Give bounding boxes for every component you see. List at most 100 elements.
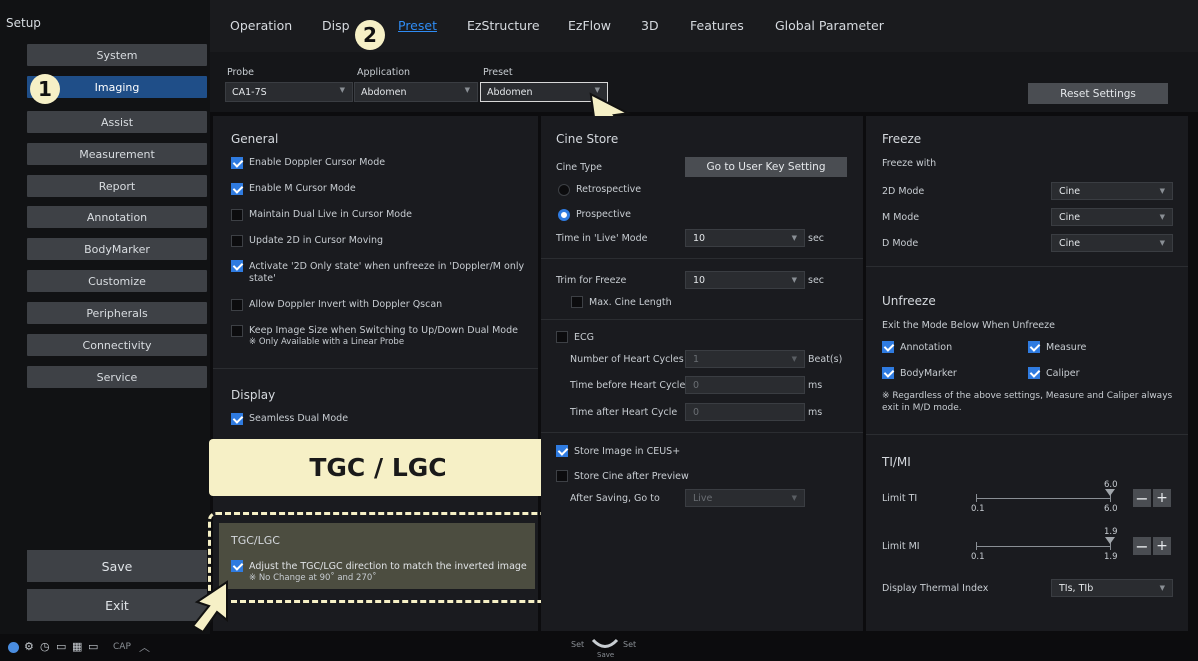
preset-toolbar: Probe CA1-7S ▼ Application Abdomen ▼ Prese… — [210, 52, 1198, 112]
divider — [213, 368, 538, 369]
freeze-2d-label: 2D Mode — [882, 186, 925, 197]
freeze-2d-select[interactable]: Cine ▼ — [1051, 182, 1173, 200]
chevron-down-icon: ▼ — [1159, 239, 1165, 247]
checkbox-unfreeze-bodymarker[interactable] — [882, 367, 894, 379]
display-title: Display — [231, 388, 276, 402]
divider — [541, 258, 863, 259]
chevron-down-icon: ▼ — [791, 494, 797, 502]
checkbox-update-2d[interactable] — [231, 235, 243, 247]
application-select[interactable]: Abdomen ▼ — [354, 82, 478, 102]
ceus-label: Store Image in CEUS+ — [574, 446, 681, 457]
time-live-value: 10 — [693, 232, 706, 244]
limit-ti-min: 0.1 — [971, 504, 985, 514]
probe-value: CA1-7S — [232, 86, 267, 98]
limit-ti-plus-button[interactable]: + — [1153, 489, 1171, 507]
trim-freeze-label: Trim for Freeze — [556, 275, 627, 286]
reset-settings-button[interactable]: Reset Settings — [1028, 83, 1168, 104]
radio-prospective[interactable] — [558, 209, 570, 221]
heart-cycles-select[interactable]: 1 ▼ — [685, 350, 805, 368]
sidebar-item-bodymarker[interactable]: BodyMarker — [27, 238, 207, 260]
tgc-title: TGC/LGC — [231, 534, 280, 547]
freeze-d-label: D Mode — [882, 238, 919, 249]
checkbox-m-cursor[interactable] — [231, 183, 243, 195]
display-thermal-index-select[interactable]: TIs, TIb ▼ — [1051, 579, 1173, 597]
time-before-input[interactable]: 0 — [685, 376, 805, 394]
limit-mi-plus-button[interactable]: + — [1153, 537, 1171, 555]
checkbox-keep-image-size[interactable] — [231, 325, 243, 337]
radio-retrospective[interactable] — [558, 184, 570, 196]
sidebar-item-connectivity[interactable]: Connectivity — [27, 334, 207, 356]
freeze-m-select[interactable]: Cine ▼ — [1051, 208, 1173, 226]
after-saving-select[interactable]: Live ▼ — [685, 489, 805, 507]
tab-display[interactable]: Disp — [322, 18, 350, 33]
tab-3d[interactable]: 3D — [641, 18, 659, 33]
heart-cycles-label: Number of Heart Cycles — [570, 354, 684, 365]
sidebar-item-customize[interactable]: Customize — [27, 270, 207, 292]
go-to-user-key-button[interactable]: Go to User Key Setting — [685, 157, 847, 177]
user-icon — [8, 642, 19, 653]
exit-button[interactable]: Exit — [27, 589, 207, 621]
checkbox-dual-live[interactable] — [231, 209, 243, 221]
tab-ezflow[interactable]: EzFlow — [568, 18, 611, 33]
tab-preset[interactable]: Preset — [398, 18, 437, 33]
checkbox-2d-only-state[interactable] — [231, 260, 243, 272]
sidebar-item-service[interactable]: Service — [27, 366, 207, 388]
slider-thumb-icon[interactable] — [1105, 537, 1115, 544]
save-button[interactable]: Save — [27, 550, 207, 582]
checkbox-doppler-cursor[interactable] — [231, 157, 243, 169]
cine-store-title: Cine Store — [556, 132, 619, 146]
tgc-direction-label: Adjust the TGC/LGC direction to match th… — [249, 561, 527, 572]
sidebar-item-assist[interactable]: Assist — [27, 111, 207, 133]
chevron-up-icon: ︿ — [139, 641, 150, 654]
unfreeze-bodymarker-label: BodyMarker — [900, 368, 957, 379]
tab-global-parameter[interactable]: Global Parameter — [775, 18, 884, 33]
checkbox-unfreeze-annotation[interactable] — [882, 341, 894, 353]
after-saving-value: Live — [693, 492, 713, 504]
sidebar-item-report[interactable]: Report — [27, 175, 207, 197]
dual-live-label: Maintain Dual Live in Cursor Mode — [249, 209, 412, 220]
clock-icon: ◷ — [40, 640, 50, 653]
time-live-select[interactable]: 10 ▼ — [685, 229, 805, 247]
slider-thumb-icon[interactable] — [1105, 489, 1115, 496]
limit-ti-label: Limit TI — [882, 493, 918, 504]
chevron-down-icon: ▼ — [339, 86, 345, 94]
limit-ti-minus-button[interactable]: − — [1133, 489, 1151, 508]
time-after-input[interactable]: 0 — [685, 403, 805, 421]
sidebar-item-peripherals[interactable]: Peripherals — [27, 302, 207, 324]
tab-features[interactable]: Features — [690, 18, 744, 33]
tab-operation[interactable]: Operation — [230, 18, 292, 33]
limit-mi-slider-track[interactable] — [976, 546, 1111, 547]
chevron-down-icon: ▼ — [1159, 213, 1165, 221]
checkbox-unfreeze-caliper[interactable] — [1028, 367, 1040, 379]
time-before-label: Time before Heart Cycle — [570, 380, 686, 391]
trim-freeze-select[interactable]: 10 ▼ — [685, 271, 805, 289]
chevron-down-icon: ▼ — [1159, 584, 1165, 592]
checkbox-tgc-direction[interactable] — [231, 560, 243, 572]
checkbox-doppler-invert[interactable] — [231, 299, 243, 311]
checkbox-ecg[interactable] — [556, 331, 568, 343]
limit-mi-minus-button[interactable]: − — [1133, 537, 1151, 556]
tab-ezstructure[interactable]: EzStructure — [467, 18, 540, 33]
checkbox-store-after-preview[interactable] — [556, 470, 568, 482]
sidebar-item-annotation[interactable]: Annotation — [27, 206, 207, 228]
chevron-down-icon: ▼ — [791, 234, 797, 242]
limit-ti-slider-track[interactable] — [976, 498, 1111, 499]
checkbox-unfreeze-measure[interactable] — [1028, 341, 1040, 353]
freeze-2d-value: Cine — [1059, 185, 1081, 197]
sidebar-item-system[interactable]: System — [27, 44, 207, 66]
checkbox-seamless-dual[interactable] — [231, 413, 243, 425]
printer-icon: ▭ — [88, 640, 99, 653]
preset-label: Preset — [483, 67, 513, 78]
network-icon: ⚙ — [24, 640, 34, 653]
application-value: Abdomen — [361, 86, 407, 98]
doppler-invert-label: Allow Doppler Invert with Doppler Qscan — [249, 299, 443, 310]
limit-mi-label: Limit MI — [882, 541, 920, 552]
pointer-arrow-icon — [191, 580, 228, 634]
sidebar-title: Setup — [6, 16, 41, 30]
freeze-d-select[interactable]: Cine ▼ — [1051, 234, 1173, 252]
unfreeze-measure-label: Measure — [1046, 342, 1087, 353]
probe-select[interactable]: CA1-7S ▼ — [225, 82, 353, 102]
checkbox-ceus[interactable] — [556, 445, 568, 457]
checkbox-max-cine[interactable] — [571, 296, 583, 308]
sidebar-item-measurement[interactable]: Measurement — [27, 143, 207, 165]
